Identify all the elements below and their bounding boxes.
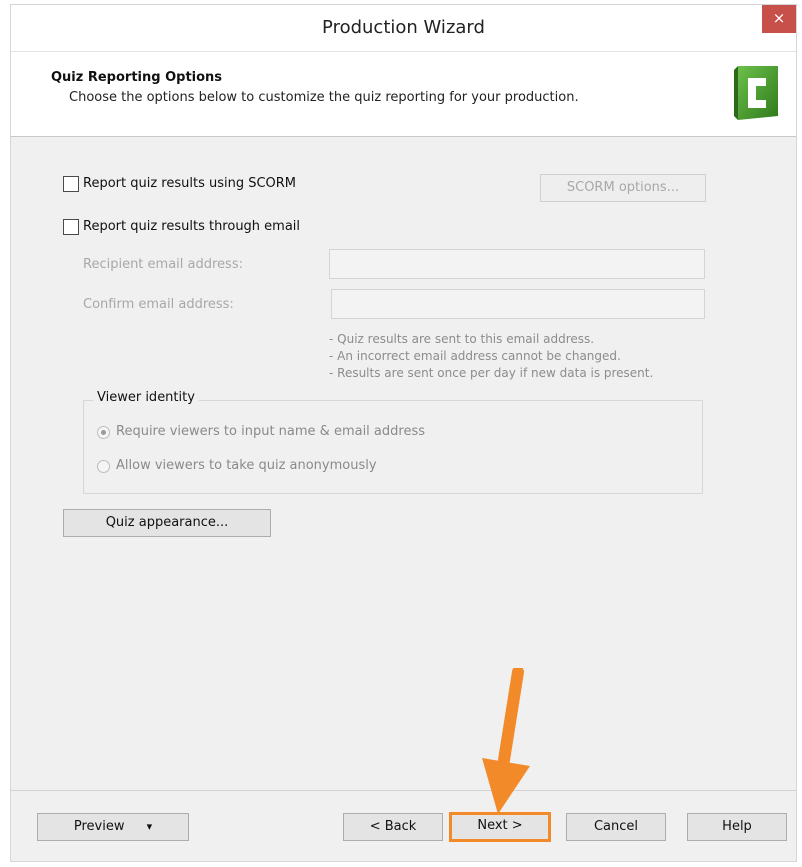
wizard-footer: Preview ▾ < Back Next > Cancel Help bbox=[11, 790, 796, 861]
close-button[interactable]: × bbox=[762, 5, 796, 33]
pointer-arrow-icon bbox=[482, 668, 530, 814]
back-button[interactable]: < Back bbox=[343, 813, 443, 841]
anonymous-label[interactable]: Allow viewers to take quiz anonymously bbox=[116, 458, 377, 473]
wizard-header: Quiz Reporting Options Choose the option… bbox=[11, 51, 796, 137]
recipient-email-label: Recipient email address: bbox=[83, 257, 243, 272]
email-note-1: - Quiz results are sent to this email ad… bbox=[329, 332, 595, 346]
window-title: Production Wizard bbox=[322, 17, 485, 38]
preview-button[interactable]: Preview ▾ bbox=[37, 813, 189, 841]
scorm-checkbox-label[interactable]: Report quiz results using SCORM bbox=[83, 176, 296, 191]
camtasia-logo-icon bbox=[734, 66, 778, 120]
production-wizard-window: Production Wizard × Quiz Reporting Optio… bbox=[10, 4, 797, 862]
help-button[interactable]: Help bbox=[687, 813, 787, 841]
title-bar: Production Wizard × bbox=[11, 5, 796, 51]
header-title: Quiz Reporting Options bbox=[51, 70, 223, 85]
email-note-2: - An incorrect email address cannot be c… bbox=[329, 349, 621, 363]
close-icon: × bbox=[772, 9, 786, 27]
confirm-email-label: Confirm email address: bbox=[83, 297, 234, 312]
recipient-email-input[interactable] bbox=[329, 249, 705, 279]
viewer-identity-group bbox=[83, 400, 703, 494]
scorm-checkbox[interactable] bbox=[63, 176, 79, 192]
wizard-content: Report quiz results using SCORM SCORM op… bbox=[11, 136, 796, 791]
require-identity-label[interactable]: Require viewers to input name & email ad… bbox=[116, 424, 425, 439]
preview-button-label: Preview bbox=[73, 819, 125, 834]
email-note-3: - Results are sent once per day if new d… bbox=[329, 366, 654, 380]
viewer-identity-title: Viewer identity bbox=[93, 390, 199, 405]
confirm-email-input[interactable] bbox=[331, 289, 705, 319]
cancel-button[interactable]: Cancel bbox=[566, 813, 666, 841]
quiz-appearance-button[interactable]: Quiz appearance... bbox=[63, 509, 271, 537]
email-checkbox[interactable] bbox=[63, 219, 79, 235]
scorm-options-button[interactable]: SCORM options... bbox=[540, 174, 706, 202]
header-subtitle: Choose the options below to customize th… bbox=[69, 90, 579, 105]
require-identity-radio[interactable] bbox=[97, 426, 110, 439]
anonymous-radio[interactable] bbox=[97, 460, 110, 473]
email-checkbox-label[interactable]: Report quiz results through email bbox=[83, 219, 300, 234]
dropdown-arrow-icon[interactable]: ▾ bbox=[147, 820, 153, 833]
